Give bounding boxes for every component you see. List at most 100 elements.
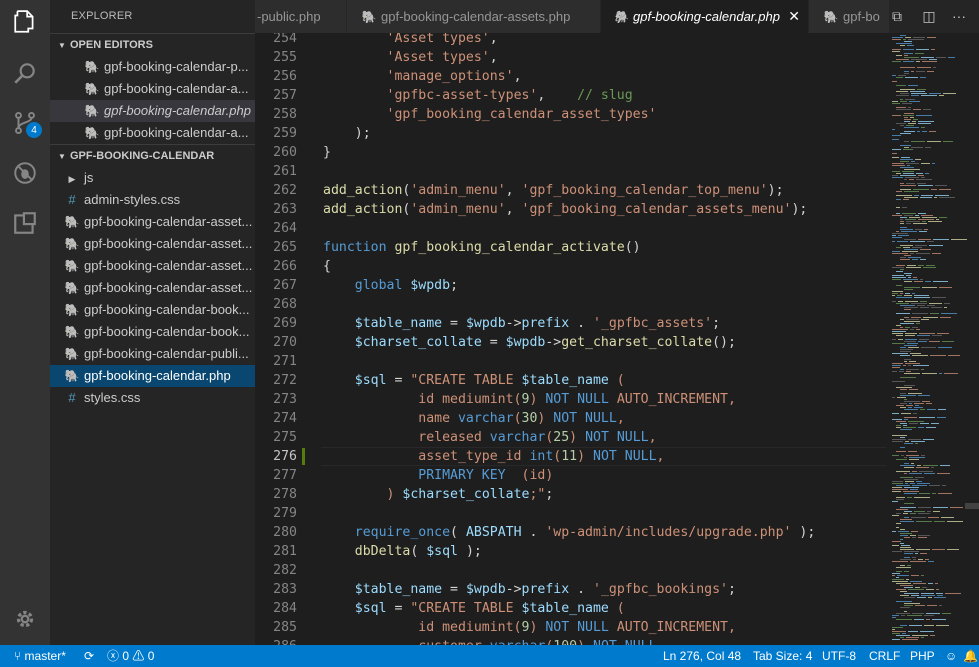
css-file-icon: # <box>68 390 76 405</box>
file-label: gpf-booking-calendar-asset... <box>84 280 253 295</box>
code-line: 270 $charset_collate = $wpdb->get_charse… <box>273 335 736 350</box>
code-editor[interactable]: 254 'Asset types', 255 'Asset types', 25… <box>255 33 886 645</box>
code-line: 280 require_once( ABSPATH . 'wp-admin/in… <box>273 525 816 540</box>
file-item[interactable]: 🐘 gpf-booking-calendar-asset... <box>50 277 255 299</box>
code-line: 279 <box>273 506 297 521</box>
problems-indicator[interactable]: ⓧ 0 ⚠ 0 <box>107 645 154 667</box>
file-item[interactable]: 🐘 gpf-booking-calendar-asset... <box>50 211 255 233</box>
tab-gpf-bo[interactable]: 🐘 gpf-bo <box>809 0 900 33</box>
file-label: gpf-booking-calendar-publi... <box>84 346 249 361</box>
php-icon: 🐘 <box>64 259 80 273</box>
code-line: 260} <box>273 145 331 160</box>
file-item[interactable]: 🐘 gpf-booking-calendar-publi... <box>50 343 255 365</box>
file-item[interactable]: # styles.css <box>50 387 255 409</box>
explorer-title: EXPLORER <box>71 10 133 22</box>
activity-bar: 4 <box>0 0 50 645</box>
open-changes-icon[interactable]: ⧉ <box>889 8 905 24</box>
open-editors-list: 🐘 gpf-booking-calendar-p... 🐘 gpf-booking-c… <box>50 56 255 144</box>
search-icon[interactable] <box>10 58 40 88</box>
code-line: 274 name varchar(30) NOT NULL, <box>273 411 625 426</box>
extensions-icon[interactable] <box>10 208 40 238</box>
file-label: gpf-booking-calendar-asset... <box>84 214 253 229</box>
open-editor-label: gpf-booking-calendar-a... <box>104 125 249 140</box>
php-icon: 🐘 <box>84 82 100 96</box>
file-label: gpf-booking-calendar-book... <box>84 302 250 317</box>
close-icon[interactable]: ✕ <box>788 0 800 33</box>
open-editor-item[interactable]: 🐘 gpf-booking-calendar-a... <box>50 122 255 144</box>
file-item[interactable]: # admin-styles.css <box>50 189 255 211</box>
code-line: 264 <box>273 221 297 236</box>
code-line: 285 id mediumint(9) NOT NULL AUTO_INCREM… <box>273 620 736 635</box>
open-editor-item[interactable]: 🐘 gpf-booking-calendar.php <box>50 100 255 122</box>
scrollbar-thumb[interactable] <box>965 503 979 509</box>
file-item[interactable]: 🐘 gpf-booking-calendar.php <box>50 365 255 387</box>
tab-public[interactable]: -public.php <box>255 0 347 33</box>
code-line: 284 $sql = "CREATE TABLE $table_name ( <box>273 601 625 616</box>
php-icon: 🐘 <box>64 347 80 361</box>
code-line: 258 'gpf_booking_calendar_asset_types' <box>273 107 657 122</box>
file-label: js <box>84 170 94 185</box>
code-line: 272 $sql = "CREATE TABLE $table_name ( <box>273 373 625 388</box>
tab-booking-calendar[interactable]: 🐘 gpf-booking-calendar.php ✕ <box>601 0 809 33</box>
explorer-sidebar: EXPLORER ▼ OPEN EDITORS 🐘 gpf-booking-cale… <box>50 0 255 645</box>
php-icon: 🐘 <box>84 60 100 74</box>
file-label: gpf-booking-calendar-book... <box>84 324 250 339</box>
code-line: 277 PRIMARY KEY (id) <box>273 468 554 483</box>
open-editor-item[interactable]: 🐘 gpf-booking-calendar-p... <box>50 56 255 78</box>
php-icon: 🐘 <box>64 281 80 295</box>
php-icon: 🐘 <box>64 215 80 229</box>
css-file-icon: # <box>68 192 76 207</box>
php-icon: 🐘 <box>64 369 80 383</box>
line-ending[interactable]: CRLF <box>869 645 900 667</box>
open-editors-header[interactable]: ▼ OPEN EDITORS <box>50 33 255 56</box>
php-icon: 🐘 <box>823 10 839 24</box>
status-bar: ⑂ master* ⟳ ⓧ 0 ⚠ 0 Ln 276, Col 48 Tab S… <box>0 645 979 667</box>
code-line: 267 global $wpdb; <box>273 278 459 293</box>
file-item[interactable]: 🐘 gpf-booking-calendar-asset... <box>50 255 255 277</box>
code-line: 281 dbDelta( $sql ); <box>273 544 482 559</box>
files-icon[interactable] <box>10 7 40 37</box>
code-line: 262 add_action('admin_menu', 'gpf_booking… <box>273 183 784 198</box>
git-branch-icon: ⑂ <box>14 649 22 663</box>
code-line: 278 ) $charset_collate;"; <box>273 487 554 502</box>
folder-item[interactable]: ▶ js <box>50 167 255 189</box>
language-mode[interactable]: PHP <box>910 645 935 667</box>
code-line: 254 'Asset types', <box>273 33 498 46</box>
php-icon: 🐘 <box>84 126 100 140</box>
more-icon[interactable]: ··· <box>951 8 967 24</box>
php-icon: 🐘 <box>64 237 80 251</box>
debug-icon[interactable] <box>10 158 40 188</box>
php-icon: 🐘 <box>84 104 100 118</box>
smiley-icon[interactable]: ☺ <box>945 645 957 667</box>
warning-icon: ⚠ <box>132 649 145 663</box>
sync-icon[interactable]: ⟳ <box>84 645 94 667</box>
code-line: 271 <box>273 354 297 369</box>
cursor-position[interactable]: Ln 276, Col 48 <box>663 645 741 667</box>
file-label: gpf-booking-calendar-asset... <box>84 236 253 251</box>
code-line: 282 <box>273 563 297 578</box>
open-editor-label: gpf-booking-calendar.php <box>104 103 251 118</box>
code-line: 263 add_action('admin_menu', 'gpf_booking… <box>273 202 808 217</box>
branch-indicator[interactable]: ⑂ master* <box>14 645 66 667</box>
file-tree: ▶ js # admin-styles.css 🐘 gpf-booking-calenda… <box>50 167 255 409</box>
modified-gutter-marker <box>302 448 305 465</box>
project-header[interactable]: ▼ GPF-BOOKING-CALENDAR <box>50 144 255 167</box>
file-item[interactable]: 🐘 gpf-booking-calendar-asset... <box>50 233 255 255</box>
gear-icon[interactable] <box>10 604 40 634</box>
encoding[interactable]: UTF-8 <box>822 645 856 667</box>
file-item[interactable]: 🐘 gpf-booking-calendar-book... <box>50 299 255 321</box>
open-editor-item[interactable]: 🐘 gpf-booking-calendar-a... <box>50 78 255 100</box>
code-line: 255 'Asset types', <box>273 50 498 65</box>
php-icon: 🐘 <box>361 10 377 24</box>
open-editor-label: gpf-booking-calendar-a... <box>104 81 249 96</box>
file-item[interactable]: 🐘 gpf-booking-calendar-book... <box>50 321 255 343</box>
split-editor-icon[interactable]: ◫ <box>921 8 937 24</box>
php-icon: 🐘 <box>613 10 629 24</box>
tab-assets[interactable]: 🐘 gpf-booking-calendar-assets.php <box>347 0 601 33</box>
code-line: 283 $table_name = $wpdb->prefix . '_gpfb… <box>273 582 736 597</box>
tab-size[interactable]: Tab Size: 4 <box>753 645 812 667</box>
bell-icon[interactable]: 🔔 <box>963 645 978 667</box>
file-label: admin-styles.css <box>84 192 181 207</box>
vertical-scrollbar[interactable] <box>965 33 979 645</box>
code-line: 269 $table_name = $wpdb->prefix . '_gpfb… <box>273 316 721 331</box>
